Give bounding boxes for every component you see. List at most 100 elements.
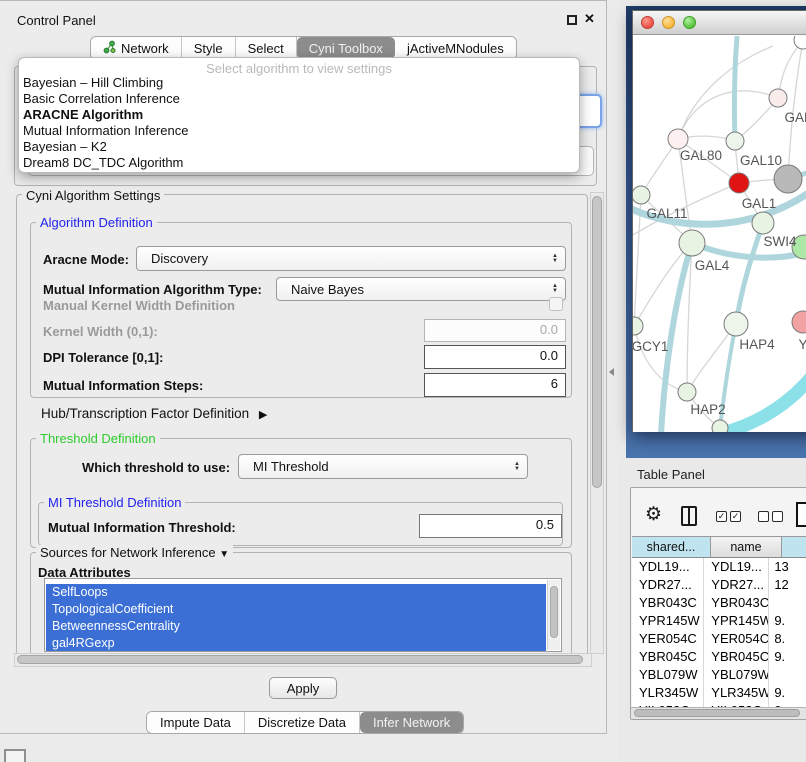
dropdown-item[interactable]: Bayesian – Hill Climbing [19,75,579,91]
network-node-selected-red[interactable] [729,173,749,193]
list-item[interactable]: gal4RGexp [46,635,546,652]
minimized-panel-icon[interactable] [4,749,26,762]
manual-kernel-checkbox[interactable] [549,297,563,311]
float-window-icon[interactable] [567,15,577,25]
network-window-titlebar[interactable] [633,11,806,35]
node-label: GAL11 [646,206,687,221]
close-icon[interactable]: ✕ [584,11,595,27]
document-icon[interactable] [796,502,806,527]
network-node-gal10[interactable] [726,132,744,150]
checkbox-checked-icon[interactable]: ✓ [716,511,727,522]
dropdown-item[interactable]: Basic Correlation Inference [19,91,579,107]
tab-network[interactable]: Network [91,37,182,59]
network-node-gal80[interactable] [668,129,688,149]
network-graph: GAL GAL80 GAL10 GAL1 GAL11 SWI4 GAL4 GCY… [633,36,806,432]
tab-discretize-data[interactable]: Discretize Data [245,712,360,733]
hub-definition-toggle[interactable]: Hub/Transcription Factor Definition ▶ [41,406,267,421]
table-row[interactable]: YBR043CYBR043C [632,594,806,612]
dropdown-prompt: Select algorithm to view settings [19,58,579,75]
list-scrollbar[interactable] [547,580,560,650]
network-node-gal1[interactable] [752,212,774,234]
checkbox-unchecked-icon[interactable] [758,511,769,522]
mi-threshold-label: Mutual Information Threshold: [48,520,236,535]
node-label: GAL80 [680,148,722,163]
combo-value: MI Threshold [253,459,329,474]
tab-style[interactable]: Style [182,37,236,59]
tab-infer-network[interactable]: Infer Network [360,712,463,733]
column-header-shared[interactable]: shared... [632,536,711,558]
table-hscrollbar-thumb[interactable] [634,709,800,717]
table-row[interactable]: YDR27...YDR27...12 [632,576,806,594]
combo-stepper-icon: ▲▼ [514,462,520,472]
table-panel-title: Table Panel [637,467,705,482]
show-columns-icon[interactable] [681,506,697,526]
network-node-hap2[interactable] [678,383,696,401]
dropdown-item-aracne[interactable]: ARACNE Algorithm [19,107,579,123]
dpi-tolerance-label: DPI Tolerance [0,1]: [43,350,163,365]
close-traffic-light-icon[interactable] [641,16,654,29]
combo-value: Discovery [151,251,208,266]
network-node-gal11[interactable] [633,186,650,204]
mi-steps-label: Mutual Information Steps: [43,378,203,393]
checkbox-checked-icon[interactable]: ✓ [730,511,741,522]
mi-algorithm-type-combobox[interactable]: Naive Bayes ▲▼ [276,277,566,301]
network-node[interactable] [769,89,787,107]
node-label: GAL4 [695,258,730,273]
list-item[interactable]: TopologicalCoefficient [46,601,546,618]
network-node-salmon[interactable] [792,311,806,333]
list-item[interactable]: BetweennessCentrality [46,618,546,635]
node-label: GAL10 [740,153,782,168]
network-node[interactable] [712,420,728,432]
kernel-width-field[interactable]: 0.0 [424,319,566,342]
sources-group-title[interactable]: Sources for Network Inference ▼ [36,545,233,560]
threshold-definition-title: Threshold Definition [36,431,160,446]
list-scrollbar-thumb[interactable] [550,586,558,638]
dropdown-item[interactable]: Mutual Information Inference [19,123,579,139]
node-label: HAP4 [739,337,775,352]
table-row[interactable]: YDL19...YDL19...13 [632,558,806,576]
network-canvas[interactable]: GAL GAL80 GAL10 GAL1 GAL11 SWI4 GAL4 GCY… [633,36,806,432]
table-row[interactable]: YBL079WYBL079W [632,666,806,684]
node-table[interactable]: YDL19...YDL19...13 YDR27...YDR27...12 YB… [632,558,806,707]
tab-label: Network [121,41,169,56]
data-attributes-list[interactable]: SelfLoops TopologicalCoefficient Between… [44,578,562,652]
network-node-hap4[interactable] [724,312,748,336]
network-icon [103,40,116,57]
zoom-traffic-light-icon[interactable] [683,16,696,29]
network-node-gal4[interactable] [679,230,705,256]
settings-vscrollbar-thumb[interactable] [592,196,602,488]
tab-cyni-toolbox[interactable]: Cyni Toolbox [297,37,395,59]
network-node-gcy1[interactable] [633,317,643,335]
network-node-gray[interactable] [774,165,802,193]
network-node[interactable] [794,36,806,49]
gear-icon[interactable]: ⚙ [645,503,662,526]
node-label: Y [798,337,806,352]
network-view-window: GAL GAL80 GAL10 GAL1 GAL11 SWI4 GAL4 GCY… [632,10,806,432]
tab-impute-data[interactable]: Impute Data [147,712,245,733]
dropdown-item[interactable]: Bayesian – K2 [19,139,579,155]
table-row[interactable]: YLR345WYLR345W9. [632,684,806,702]
aracne-mode-combobox[interactable]: Discovery ▲▼ [136,246,566,271]
settings-hscrollbar-thumb[interactable] [17,655,583,664]
mi-threshold-field[interactable]: 0.5 [419,514,562,538]
column-header-name[interactable]: name [711,536,782,558]
table-row[interactable]: YPR145WYPR145W9. [632,612,806,630]
column-header-clipped[interactable]: A [782,536,806,558]
which-threshold-combobox[interactable]: MI Threshold ▲▼ [238,454,528,479]
splitpane-handle-icon[interactable] [609,368,614,376]
minimize-traffic-light-icon[interactable] [662,16,675,29]
combo-stepper-icon: ▲▼ [552,254,558,264]
tab-select[interactable]: Select [236,37,297,59]
table-row[interactable]: YBR045CYBR045C9. [632,648,806,666]
dropdown-item[interactable]: Dream8 DC_TDC Algorithm [19,155,579,171]
checkbox-unchecked-icon[interactable] [772,511,783,522]
tab-jactivemnodules[interactable]: jActiveMNodules [395,37,516,59]
cyni-bottom-tabbar: Impute Data Discretize Data Infer Networ… [146,711,464,734]
table-row[interactable]: YER054CYER054C8. [632,630,806,648]
apply-button[interactable]: Apply [269,677,337,699]
dpi-tolerance-field[interactable]: 0.0 [424,345,566,369]
screen: Control Panel ✕ Network Style Select Cyn… [0,0,806,762]
list-item[interactable]: SelfLoops [46,584,546,601]
mi-steps-field[interactable]: 6 [424,373,566,397]
mi-type-label: Mutual Information Algorithm Type: [43,282,262,297]
